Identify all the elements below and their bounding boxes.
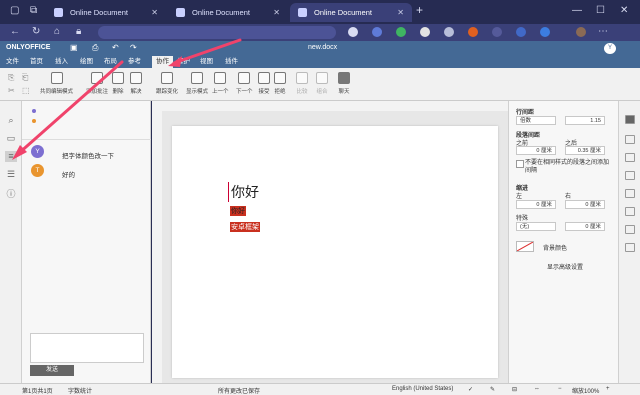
- annotation-arrows: [12, 38, 242, 160]
